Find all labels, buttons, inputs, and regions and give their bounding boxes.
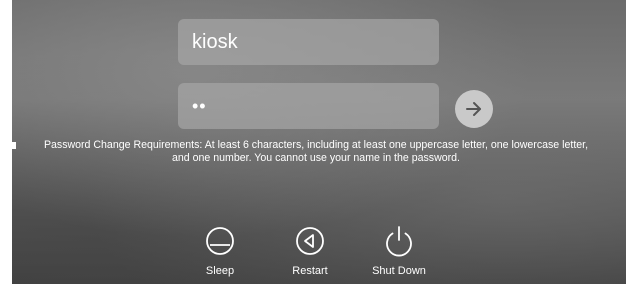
sleep-label: Sleep (205, 265, 235, 277)
password-field[interactable] (178, 83, 439, 129)
restart-label: Restart (292, 265, 328, 277)
power-icon (386, 226, 412, 257)
sleep-button[interactable]: Sleep (175, 224, 265, 277)
username-field-container (178, 19, 439, 65)
restart-button[interactable]: Restart (265, 224, 355, 277)
login-submit-button[interactable] (455, 90, 493, 128)
sleep-icon (206, 227, 234, 255)
left-resize-handle (10, 142, 16, 149)
shutdown-button[interactable]: Shut Down (354, 224, 444, 277)
restart-icon (296, 227, 324, 255)
username-field[interactable] (178, 19, 439, 65)
shutdown-label: Shut Down (372, 265, 426, 277)
password-requirements-text: Password Change Requirements: At least 6… (43, 139, 589, 164)
password-field-container (178, 83, 439, 129)
arrow-right-icon (466, 102, 481, 116)
right-resize-handle (626, 142, 632, 149)
